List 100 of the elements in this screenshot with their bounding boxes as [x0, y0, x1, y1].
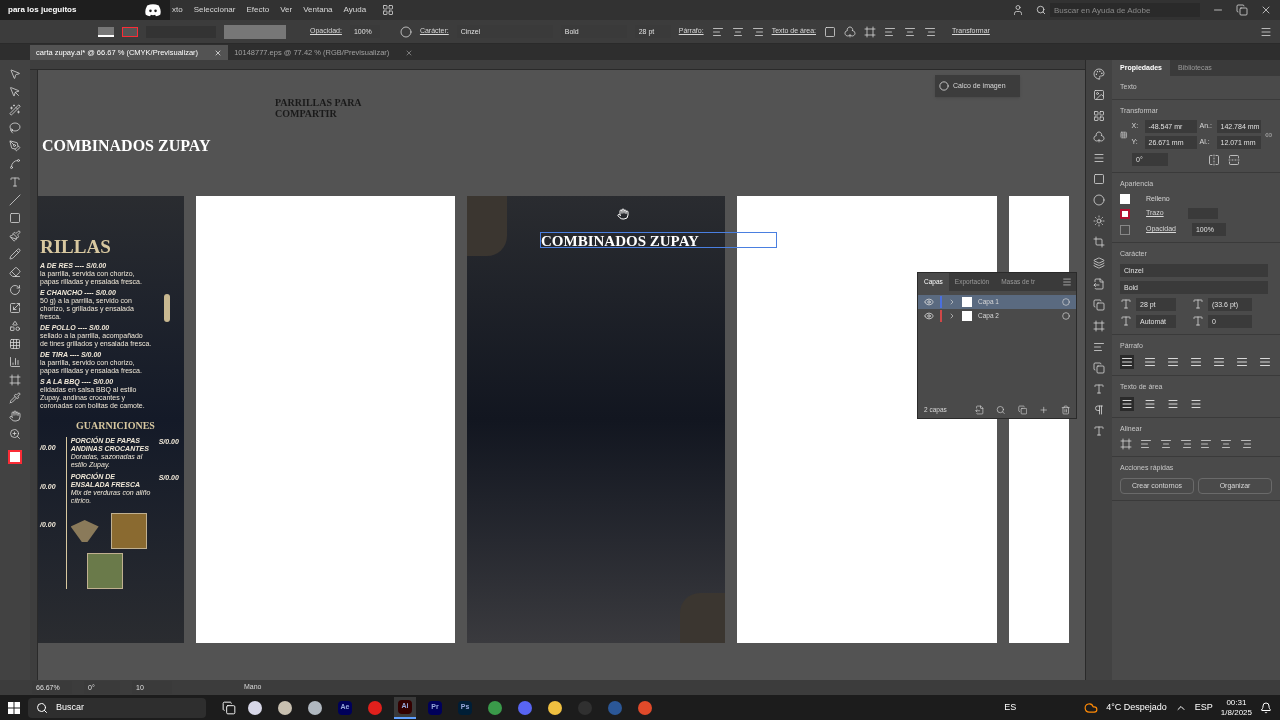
help-search-field[interactable]: Buscar en Ayuda de Adobe [1050, 3, 1200, 17]
zoom-tool-icon[interactable] [9, 428, 21, 440]
leading-icon[interactable] [1192, 298, 1204, 310]
layers-icon[interactable] [1093, 257, 1105, 269]
area-type-icon[interactable] [824, 25, 836, 38]
chat-app-icon [144, 3, 162, 17]
fill-swatch[interactable] [1120, 193, 1130, 204]
stroke-icon[interactable] [1093, 152, 1105, 164]
paragraph-align-button[interactable] [1258, 355, 1272, 369]
rotate-tool-icon[interactable] [9, 284, 21, 296]
align-icon[interactable] [1093, 341, 1105, 353]
mesh-tool-icon[interactable] [9, 338, 21, 350]
menu-icon[interactable] [1260, 25, 1272, 38]
pen-tool-icon[interactable] [9, 140, 21, 152]
pencil-tool-icon[interactable] [9, 248, 21, 260]
tracking-icon[interactable] [1192, 315, 1204, 327]
new-layer-icon[interactable] [1039, 405, 1049, 415]
food-photo-placeholder [110, 513, 147, 549]
workspace-icon[interactable] [382, 4, 395, 16]
curvature-icon[interactable] [9, 158, 21, 170]
align-icon[interactable] [1160, 438, 1172, 450]
delete-icon[interactable] [1060, 405, 1070, 415]
opacity-icon [1120, 224, 1130, 235]
type-tool-icon[interactable] [9, 176, 21, 188]
eye-icon[interactable] [924, 311, 934, 321]
swatches-icon[interactable] [1093, 110, 1105, 122]
flip-icon[interactable] [1228, 153, 1240, 166]
eraser-tool-icon[interactable] [9, 266, 21, 278]
shape-builder-icon[interactable] [9, 320, 21, 332]
close-icon[interactable] [405, 48, 414, 57]
paragraph-align-button[interactable] [1166, 355, 1180, 369]
align-left-icon[interactable] [711, 25, 724, 38]
stroke-swatch[interactable] [1120, 208, 1130, 219]
color-icon[interactable] [1093, 68, 1105, 80]
direct-selection-icon[interactable] [9, 86, 21, 98]
panel-menu-icon[interactable] [1062, 277, 1072, 287]
paragraph-align-button[interactable] [1120, 355, 1134, 369]
artboards-icon[interactable] [1093, 299, 1105, 311]
eye-icon[interactable] [924, 297, 934, 307]
clock-date: 1/8/2025 [1220, 707, 1252, 718]
menu-item[interactable]: Efecto [246, 4, 270, 16]
paragraph-align-button[interactable] [1143, 355, 1157, 369]
align-right-icon[interactable] [751, 25, 764, 38]
vertical-align-button[interactable] [1120, 396, 1134, 411]
align-icon[interactable] [924, 25, 936, 38]
align-icon[interactable] [1200, 438, 1212, 450]
menu-item[interactable]: Ventana [303, 4, 333, 16]
align-icon[interactable] [904, 25, 916, 38]
menu-heading: RILLAS [40, 236, 112, 258]
export-icon[interactable] [974, 405, 985, 415]
style-field[interactable] [224, 24, 286, 39]
graph-tool-icon[interactable] [9, 356, 21, 368]
kerning-icon[interactable] [1120, 315, 1132, 327]
search-icon [1036, 5, 1046, 15]
clock-time: 00:31 [1226, 697, 1247, 708]
paragraph-align-button[interactable] [1189, 355, 1203, 369]
crop-icon[interactable] [1093, 236, 1105, 248]
align-icon[interactable] [1220, 438, 1232, 450]
menu-item[interactable]: Ayuda [343, 4, 367, 16]
notification-icon[interactable] [1260, 701, 1272, 714]
taskbar-search-field[interactable]: Buscar [28, 697, 206, 718]
align-icon[interactable] [1180, 438, 1192, 450]
character-icon[interactable] [1093, 383, 1105, 395]
align-icon[interactable] [1240, 438, 1252, 450]
hand-tool-icon[interactable] [9, 410, 21, 422]
align-center-icon[interactable] [731, 25, 744, 38]
task-view-icon[interactable] [222, 700, 236, 715]
input-language: ES [1004, 700, 1017, 714]
brush-tool-icon[interactable] [9, 230, 21, 242]
symbols-icon[interactable] [1093, 131, 1105, 143]
selection-tool-icon[interactable] [9, 68, 21, 80]
rectangle-tool-icon[interactable] [9, 212, 21, 224]
font-size-icon[interactable] [1120, 298, 1132, 310]
export-icon[interactable] [1093, 278, 1105, 290]
close-icon[interactable] [214, 48, 223, 57]
eyedropper-icon[interactable] [9, 392, 21, 404]
account-icon[interactable] [1012, 4, 1024, 16]
menu-item[interactable]: xto [172, 4, 183, 16]
align-icon[interactable] [884, 25, 896, 38]
sublayer-icon[interactable] [1017, 405, 1028, 415]
menu-item[interactable]: Seleccionar [193, 4, 236, 16]
flip-icon[interactable] [1208, 153, 1220, 166]
search-icon[interactable] [996, 405, 1006, 415]
lasso-icon[interactable] [9, 122, 21, 134]
align-icon[interactable] [1140, 438, 1152, 450]
pathfinder-icon[interactable] [1093, 362, 1105, 374]
close-icon[interactable] [1260, 4, 1272, 16]
gradient-icon[interactable] [1093, 173, 1105, 185]
restore-icon[interactable] [1236, 4, 1248, 16]
windows-logo-icon[interactable] [8, 701, 20, 714]
image-icon[interactable] [1093, 89, 1105, 101]
line-tool-icon[interactable] [9, 194, 21, 206]
weather-icon [1084, 700, 1099, 715]
scale-tool-icon[interactable] [9, 302, 21, 314]
paragraph-align-button[interactable] [1235, 355, 1249, 369]
magic-wand-icon[interactable] [9, 104, 21, 116]
menu-item[interactable]: Ver [280, 4, 293, 16]
canvas-text: COMBINADOS ZUPAY [42, 136, 211, 156]
paragraph-icon[interactable] [1093, 404, 1105, 416]
paragraph-align-button[interactable] [1212, 355, 1226, 369]
